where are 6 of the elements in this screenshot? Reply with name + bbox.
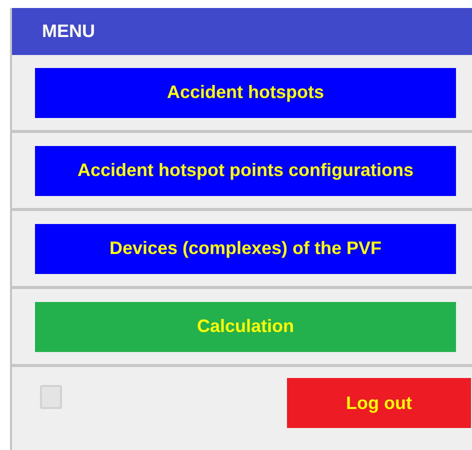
- menu-button[interactable]: Devices (complexes) of the PVF: [35, 224, 456, 274]
- menu-button[interactable]: Accident hotspot points configurations: [35, 146, 456, 196]
- checkbox[interactable]: [40, 385, 62, 409]
- menu-title: MENU: [42, 21, 95, 42]
- menu-button[interactable]: Accident hotspots: [35, 68, 456, 118]
- logout-button[interactable]: Log out: [287, 378, 471, 428]
